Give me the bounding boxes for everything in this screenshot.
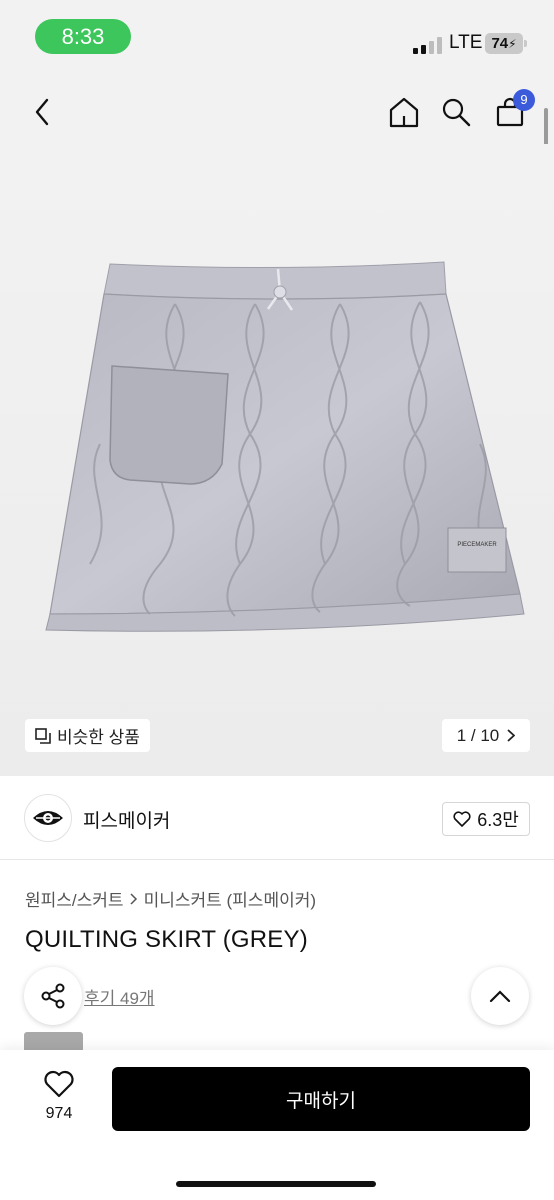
image-pager[interactable]: 1 / 10 bbox=[442, 719, 530, 752]
chevron-right-icon bbox=[130, 892, 137, 905]
wishlist-button[interactable]: 974 bbox=[28, 1070, 90, 1123]
copy-icon bbox=[35, 727, 51, 744]
brand-name[interactable]: 피스메이커 bbox=[83, 806, 170, 833]
home-icon bbox=[389, 97, 419, 128]
back-button[interactable] bbox=[22, 92, 62, 132]
brand-logo[interactable] bbox=[24, 794, 72, 842]
search-button[interactable] bbox=[436, 92, 476, 132]
brand-row: 피스메이커 6.3만 bbox=[0, 776, 554, 860]
brand-like-button[interactable]: 6.3만 bbox=[442, 802, 530, 836]
color-swatch[interactable] bbox=[24, 1032, 83, 1052]
cart-button[interactable]: 9 bbox=[490, 89, 535, 132]
breadcrumb-subcategory[interactable]: 미니스커트 (피스메이커) bbox=[144, 886, 316, 911]
search-icon bbox=[442, 98, 471, 127]
heart-icon bbox=[453, 811, 471, 827]
top-nav: 9 bbox=[0, 80, 554, 144]
scroll-top-button[interactable] bbox=[471, 967, 529, 1025]
eye-logo-icon bbox=[33, 811, 63, 825]
signal-icon bbox=[413, 36, 443, 54]
heart-icon bbox=[44, 1070, 74, 1098]
battery-icon: 74⚡ bbox=[485, 33, 527, 54]
cart-count-badge: 9 bbox=[513, 89, 535, 111]
brand-like-count: 6.3만 bbox=[477, 810, 519, 830]
home-indicator bbox=[176, 1181, 376, 1187]
wishlist-count: 974 bbox=[45, 1105, 73, 1122]
share-icon bbox=[41, 983, 65, 1009]
home-button[interactable] bbox=[384, 92, 424, 132]
breadcrumb-category[interactable]: 원피스/스커트 bbox=[25, 886, 124, 911]
bottom-action-bar: 974 구매하기 bbox=[0, 1050, 554, 1200]
chevron-right-icon bbox=[507, 729, 516, 742]
product-title: QUILTING SKIRT (GREY) bbox=[25, 926, 308, 953]
chevron-up-icon bbox=[489, 990, 511, 1003]
product-image-carousel[interactable]: PIECEMAKER 비슷한 상품 1 / 10 bbox=[0, 144, 554, 776]
similar-products-label: 비슷한 상품 bbox=[57, 728, 140, 747]
product-label-text: PIECEMAKER bbox=[457, 542, 497, 548]
share-button[interactable] bbox=[24, 967, 82, 1025]
reviews-link[interactable]: 후기 49개 bbox=[84, 984, 155, 1009]
chevron-left-icon bbox=[35, 98, 49, 126]
status-time: 8:33 bbox=[35, 19, 131, 54]
status-bar: 8:33 LTE 74⚡ bbox=[0, 0, 554, 80]
product-image: PIECEMAKER bbox=[45, 261, 525, 632]
similar-products-button[interactable]: 비슷한 상품 bbox=[25, 719, 150, 752]
battery-level: 74 bbox=[491, 35, 509, 52]
breadcrumb: 원피스/스커트 미니스커트 (피스메이커) bbox=[25, 886, 316, 911]
network-type: LTE bbox=[449, 32, 483, 53]
pager-text: 1 / 10 bbox=[456, 725, 500, 745]
buy-button[interactable]: 구매하기 bbox=[112, 1067, 530, 1131]
